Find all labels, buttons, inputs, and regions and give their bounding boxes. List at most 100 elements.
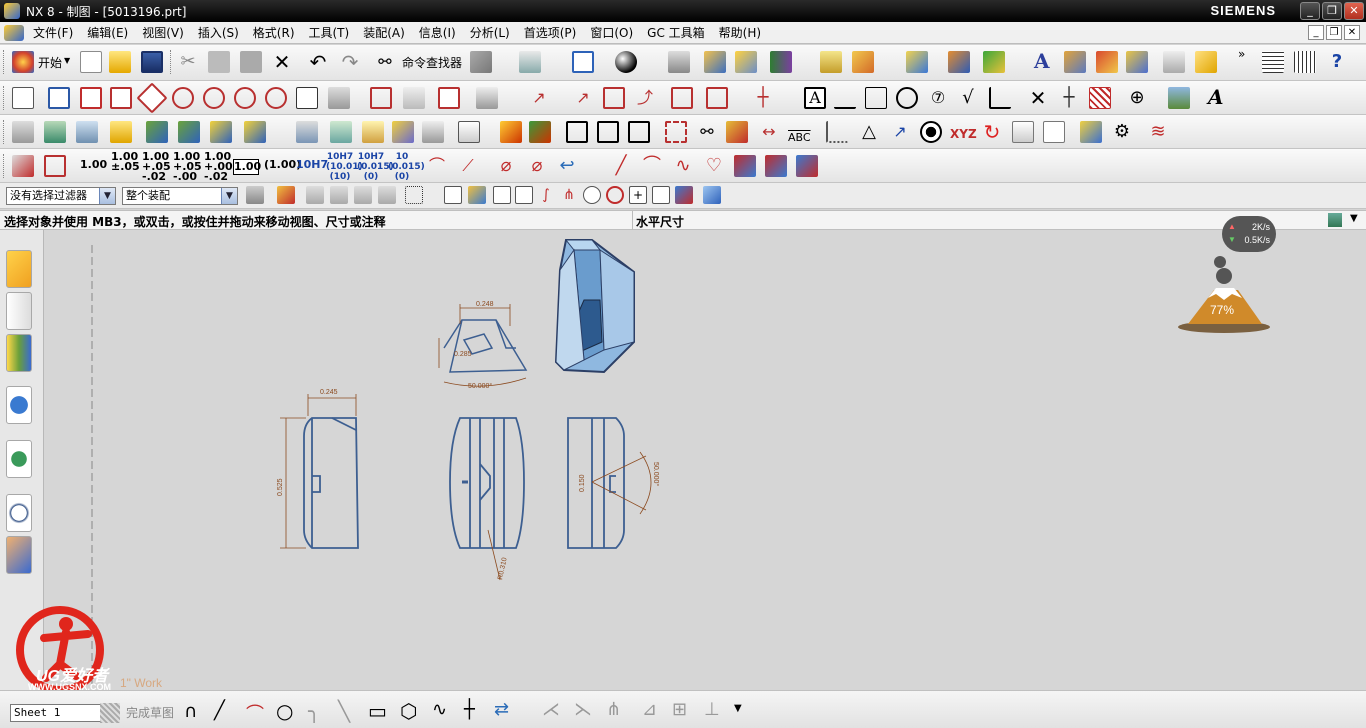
model-view-icon[interactable]: [330, 121, 352, 143]
tree-icon[interactable]: [983, 51, 1005, 73]
start-label[interactable]: 开始: [38, 54, 62, 71]
dim-label[interactable]: 50.000°: [468, 382, 492, 390]
ruler-icon[interactable]: [820, 51, 842, 73]
tolerance-fit-plus-minus[interactable]: 10H7 (0.015) (0): [357, 152, 394, 182]
menu-information[interactable]: 信息(I): [412, 24, 463, 41]
swap-icon[interactable]: ↩: [556, 155, 578, 177]
grid-dimension-icon[interactable]: [726, 121, 748, 143]
color-palette-icon[interactable]: [210, 121, 232, 143]
right-view[interactable]: [567, 417, 625, 549]
delete-icon[interactable]: ✕: [271, 51, 293, 73]
roles-tab[interactable]: [6, 536, 32, 574]
update-views-icon[interactable]: [438, 87, 460, 109]
annotation-style-icon[interactable]: [244, 121, 266, 143]
grid-icon[interactable]: [1096, 51, 1118, 73]
sketch-trim-icon[interactable]: ⋌: [542, 699, 560, 720]
table-grid-icon[interactable]: [706, 87, 728, 109]
snap-control-icon[interactable]: [468, 186, 486, 204]
title-block-icon[interactable]: [597, 121, 619, 143]
menu-preferences[interactable]: 首选项(P): [517, 24, 584, 41]
sketch-dimension-icon[interactable]: ⊞: [672, 699, 687, 720]
sketch-polygon-icon[interactable]: ⬡: [400, 699, 417, 723]
menu-window[interactable]: 窗口(O): [583, 24, 640, 41]
snap-icon[interactable]: [735, 51, 757, 73]
intersection-symbol-icon[interactable]: ⊕: [1126, 87, 1148, 109]
snap-point-icon[interactable]: +: [629, 186, 647, 204]
select-all-icon[interactable]: [330, 186, 348, 204]
sketch-chamfer-icon[interactable]: ╲: [338, 699, 350, 723]
help-icon[interactable]: ?: [1326, 51, 1348, 73]
assembly-navigator-icon[interactable]: [668, 51, 690, 73]
toolbar-overflow-icon[interactable]: »: [1238, 47, 1245, 61]
status-indicator-icon[interactable]: [1328, 213, 1342, 227]
snap-midpoint-icon[interactable]: [493, 186, 511, 204]
undo-icon[interactable]: ↶: [307, 51, 329, 73]
mdi-minimize-button[interactable]: _: [1308, 25, 1324, 40]
layer-settings-icon[interactable]: [12, 121, 34, 143]
search-link-icon[interactable]: ⚯: [696, 121, 718, 143]
selection-scope-dropdown[interactable]: 整个装配 ▼: [122, 187, 238, 205]
settings-gear-icon[interactable]: ⚙: [1111, 121, 1133, 143]
dim-label[interactable]: 0.150: [579, 474, 586, 492]
dim-label[interactable]: 0.245: [320, 389, 338, 396]
menu-analysis[interactable]: 分析(L): [463, 24, 517, 41]
note-icon[interactable]: A: [804, 87, 826, 109]
view-align-icon[interactable]: [422, 121, 444, 143]
measure-icon[interactable]: [704, 51, 726, 73]
leader-icon[interactable]: ↗: [528, 87, 550, 109]
new-file-icon[interactable]: [80, 51, 102, 73]
dim-label[interactable]: R0.310: [497, 557, 509, 581]
reuse-library-tab[interactable]: [6, 334, 32, 372]
repeat-command-icon[interactable]: [470, 51, 492, 73]
menu-help[interactable]: 帮助(H): [712, 24, 768, 41]
assembly-navigator-tab[interactable]: [6, 292, 32, 330]
notes-icon[interactable]: [1043, 121, 1065, 143]
snap-on-surface-icon[interactable]: [675, 186, 693, 204]
close-button[interactable]: ✕: [1344, 2, 1364, 20]
frame-icon[interactable]: [566, 121, 588, 143]
dashed-box-icon[interactable]: [665, 121, 687, 143]
line-icon[interactable]: ╱: [610, 155, 632, 177]
cube-icon[interactable]: [1163, 51, 1185, 73]
projected-view-icon[interactable]: [80, 87, 102, 109]
snap-bounded-icon[interactable]: [703, 186, 721, 204]
command-finder-label[interactable]: 命令查找器: [402, 54, 462, 71]
toolbar-grip[interactable]: [170, 50, 173, 74]
binoculars-icon[interactable]: ⚯: [374, 51, 396, 73]
move-view-icon[interactable]: [403, 87, 425, 109]
center-mark-icon[interactable]: [920, 121, 942, 143]
start-icon[interactable]: [12, 51, 34, 73]
snap-curve-icon[interactable]: ∫: [537, 186, 555, 204]
snap-intersection-icon[interactable]: ⋔: [560, 186, 578, 204]
heart-curve-icon[interactable]: ♡: [703, 155, 725, 177]
sketch-line-icon[interactable]: ╱: [214, 700, 225, 721]
reset-filter-icon[interactable]: [306, 186, 324, 204]
refresh-icon[interactable]: ↻: [981, 121, 1003, 143]
horizontal-dimension-icon[interactable]: ↔: [758, 121, 780, 143]
graphics-window[interactable]: 0.248 0.285 50.000° 0.245 0.525 R0.310 0…: [44, 230, 1366, 690]
bridge-curve-icon[interactable]: [796, 155, 818, 177]
tolerance-unilateral-below[interactable]: 1.00 +.00 -.02: [204, 151, 233, 182]
menu-assembly[interactable]: 装配(A): [356, 24, 412, 41]
view-style-icon[interactable]: [476, 87, 498, 109]
origin-icon[interactable]: [500, 121, 522, 143]
layer-stack-icon[interactable]: [44, 121, 66, 143]
toolbar-grip[interactable]: [3, 154, 6, 178]
rectangle-select-icon[interactable]: [405, 186, 423, 204]
fillet-icon[interactable]: ⤴: [634, 87, 656, 109]
datum-target-icon[interactable]: [896, 87, 918, 109]
drafting-tool-icon[interactable]: [948, 51, 970, 73]
profile-icon[interactable]: ∩: [184, 701, 197, 722]
edit-text-icon[interactable]: [1126, 51, 1148, 73]
minimize-button[interactable]: _: [1300, 2, 1320, 20]
front-view[interactable]: [449, 417, 525, 549]
fit-view-icon[interactable]: [572, 51, 594, 73]
nx-app-icon[interactable]: [4, 3, 20, 19]
tolerance-fit[interactable]: 10H7: [296, 159, 328, 170]
spline-icon[interactable]: ∿: [672, 155, 694, 177]
trimetric-view[interactable]: [443, 319, 528, 373]
menu-file[interactable]: 文件(F): [26, 24, 80, 41]
coordinate-dimension-icon[interactable]: [826, 121, 848, 143]
studio-spline-icon[interactable]: [734, 155, 756, 177]
base-view-icon[interactable]: [48, 87, 70, 109]
